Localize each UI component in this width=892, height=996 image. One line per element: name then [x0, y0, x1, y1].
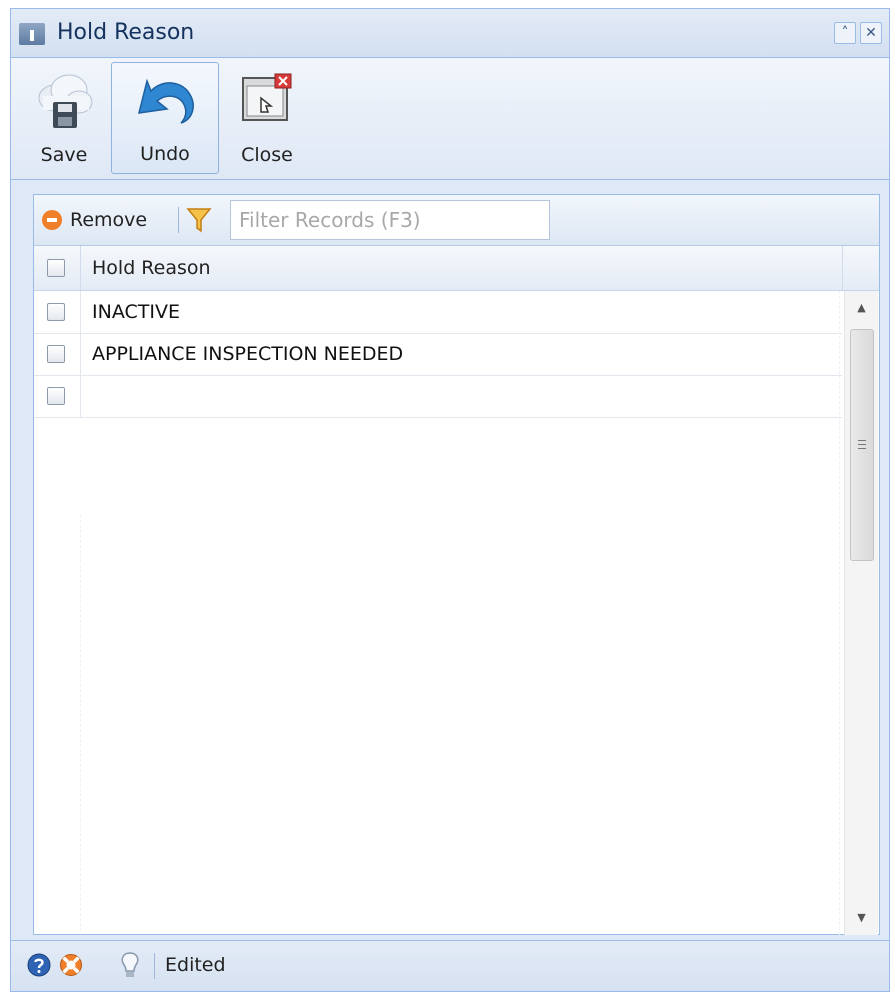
table-row[interactable]: INACTIVE — [34, 291, 842, 334]
table-row[interactable] — [34, 375, 842, 418]
lightbulb-icon[interactable] — [119, 951, 141, 985]
status-bar: Edited — [11, 940, 889, 991]
cell-divider — [80, 333, 81, 375]
hold-reason-cell[interactable]: APPLIANCE INSPECTION NEEDED — [92, 343, 403, 365]
select-all-checkbox[interactable] — [47, 259, 65, 277]
scroll-down-arrow-icon[interactable]: ▼ — [845, 903, 878, 933]
save-button[interactable]: Save — [29, 62, 99, 174]
toolbar-divider — [178, 207, 179, 233]
table-row[interactable]: APPLIANCE INSPECTION NEEDED — [34, 333, 842, 376]
scroll-up-arrow-icon[interactable]: ▲ — [845, 293, 878, 323]
row-checkbox[interactable] — [47, 345, 65, 363]
remove-minus-icon — [42, 210, 62, 230]
grid-toolbar: Remove — [34, 195, 879, 246]
hold-reason-window: Hold Reason ˄ ✕ Save Undo Close Remove F… — [10, 8, 890, 992]
edit-status-text: Edited — [165, 954, 226, 976]
header-divider — [842, 246, 843, 290]
row-checkbox[interactable] — [47, 387, 65, 405]
grid-header: Hold Reason — [34, 246, 879, 291]
undo-arrow-icon — [133, 73, 197, 133]
window-info-icon — [19, 23, 45, 45]
column-header-hold-reason[interactable]: Hold Reason — [92, 257, 211, 279]
support-lifebuoy-icon[interactable] — [59, 953, 83, 981]
save-label: Save — [40, 144, 88, 166]
scroll-thumb[interactable] — [850, 329, 874, 561]
window-titlebar[interactable]: Hold Reason ˄ ✕ — [11, 9, 889, 58]
collapse-button[interactable]: ˄ — [834, 22, 856, 44]
row-checkbox[interactable] — [47, 303, 65, 321]
save-cloud-icon — [33, 72, 95, 134]
close-window-icon — [239, 72, 295, 130]
filter-funnel-icon[interactable] — [186, 206, 212, 238]
filter-records-input[interactable] — [230, 200, 550, 240]
cell-divider — [80, 375, 81, 417]
undo-button[interactable]: Undo — [111, 62, 219, 174]
double-chevron-up-icon: ˄ — [841, 25, 849, 41]
remove-button[interactable]: Remove — [42, 207, 147, 233]
header-divider — [80, 246, 81, 290]
cell-divider — [80, 291, 81, 333]
hold-reason-cell[interactable]: INACTIVE — [92, 301, 180, 323]
column-guide — [80, 515, 81, 931]
window-title: Hold Reason — [57, 20, 195, 45]
vertical-scrollbar[interactable]: ▲ ▼ — [844, 291, 878, 935]
grid-body: INACTIVE APPLIANCE INSPECTION NEEDED — [34, 291, 842, 935]
column-guide — [839, 291, 840, 935]
close-label: Close — [241, 144, 293, 166]
ribbon-toolbar: Save Undo Close — [11, 58, 889, 180]
help-icon[interactable] — [27, 953, 51, 981]
window-close-button[interactable]: ✕ — [860, 22, 882, 44]
status-divider — [154, 953, 155, 979]
hold-reason-grid: Remove Hold Reason INACTIVE — [33, 194, 880, 935]
remove-label: Remove — [70, 209, 148, 231]
close-button[interactable]: Close — [231, 62, 303, 174]
close-icon: ✕ — [865, 25, 877, 41]
grip-lines-icon — [858, 440, 866, 450]
undo-label: Undo — [140, 143, 190, 165]
